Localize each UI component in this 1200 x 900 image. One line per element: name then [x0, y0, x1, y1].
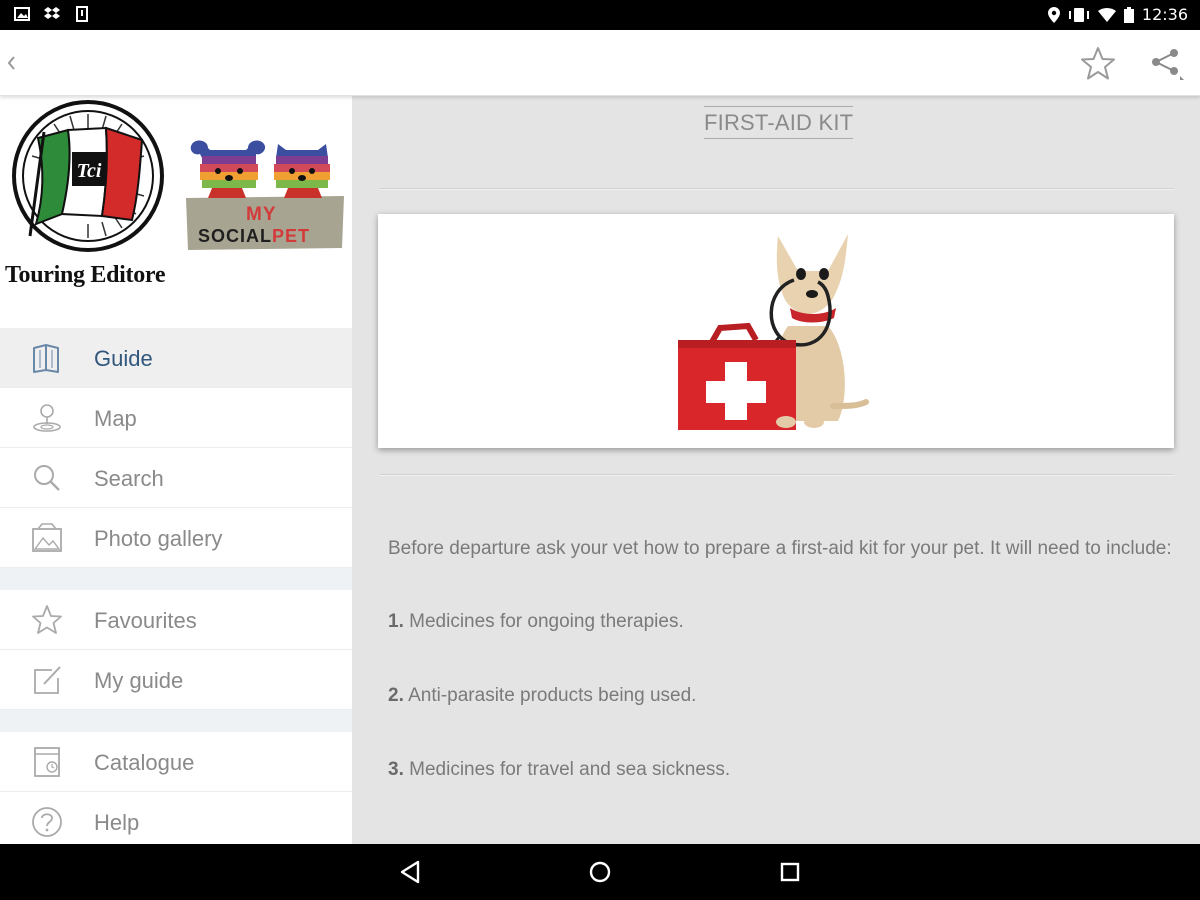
nav-recents-button[interactable] [774, 856, 806, 888]
triangle-back-icon [400, 860, 420, 884]
status-bar: 12:36 [0, 0, 1200, 30]
cat-character [274, 144, 330, 188]
list-item: 1. Medicines for ongoing therapies. [388, 611, 684, 632]
location-icon [1047, 6, 1060, 23]
article-content: FIRST-AID KIT Before departure ask your … [352, 96, 1200, 844]
system-navigation-bar [0, 844, 1200, 900]
publisher-name: Touring Editore [5, 262, 166, 288]
app-bar [0, 30, 1200, 96]
menu-item-label: My guide [94, 668, 184, 693]
menu-item-catalogue[interactable]: Catalogue [0, 732, 352, 792]
menu-item-map[interactable]: Map [0, 388, 352, 448]
divider [380, 188, 1174, 189]
clock-time: 12:36 [1141, 5, 1188, 24]
dropbox-notification-icon [44, 6, 60, 22]
menu-item-label: Photo gallery [94, 526, 223, 551]
star-icon [32, 605, 62, 634]
catalogue-icon [34, 747, 60, 777]
share-button[interactable] [1146, 44, 1186, 84]
download-notification-icon [74, 6, 90, 22]
logo-lettering-socialpet: SOCIALPET [198, 226, 311, 246]
dog-character [190, 140, 266, 188]
chevron-left-icon [7, 56, 15, 70]
tci-logo: Tci [10, 98, 166, 254]
menu-item-label: Guide [94, 346, 153, 371]
vibrate-icon [1068, 7, 1090, 23]
drawer-menu: Guide Map Search Photo gallery Favourite… [0, 328, 352, 844]
photo-notification-icon [14, 6, 30, 22]
list-item: 3. Medicines for travel and sea sickness… [388, 759, 731, 780]
menu-item-label: Favourites [94, 608, 197, 633]
menu-item-label: Search [94, 466, 164, 491]
favourite-button[interactable] [1078, 44, 1118, 84]
menu-item-guide[interactable]: Guide [0, 328, 352, 388]
book-icon [33, 344, 59, 373]
divider [380, 474, 1174, 475]
nav-home-button[interactable] [584, 856, 616, 888]
menu-item-help[interactable]: Help [0, 792, 352, 844]
article-title: FIRST-AID KIT [704, 106, 854, 139]
wifi-icon [1097, 7, 1116, 22]
menu-item-label: Map [94, 406, 137, 431]
star-outline-icon [1081, 47, 1115, 80]
intro-paragraph: Before departure ask your vet how to pre… [388, 538, 1172, 559]
search-icon [34, 465, 60, 491]
menu-item-my-guide[interactable]: My guide [0, 650, 352, 710]
map-pin-icon [33, 404, 61, 432]
square-recents-icon [780, 862, 800, 882]
menu-item-favourites[interactable]: Favourites [0, 590, 352, 650]
navigation-drawer: Tci Touring Editore MY SOCIALPET Guide M… [0, 96, 352, 844]
edit-icon [34, 666, 61, 694]
battery-icon [1123, 6, 1134, 23]
menu-item-label: Help [94, 810, 140, 835]
share-icon [1152, 49, 1184, 80]
menu-item-photo-gallery[interactable]: Photo gallery [0, 508, 352, 568]
drawer-header: Tci Touring Editore MY SOCIALPET [0, 96, 352, 328]
logo-lettering-my: MY [246, 204, 277, 225]
menu-separator [0, 568, 352, 590]
image-icon [32, 523, 62, 552]
tci-logo-lettering: Tci [77, 160, 102, 182]
list-item: 2. Anti-parasite products being used. [388, 685, 697, 706]
back-button[interactable] [2, 50, 22, 76]
menu-item-search[interactable]: Search [0, 448, 352, 508]
circle-home-icon [589, 861, 611, 883]
menu-item-label: Catalogue [94, 750, 195, 775]
nav-back-button[interactable] [394, 856, 426, 888]
hero-image [378, 214, 1174, 448]
dog-with-first-aid-kit-image [678, 234, 869, 430]
help-icon [32, 807, 62, 837]
menu-separator [0, 710, 352, 732]
